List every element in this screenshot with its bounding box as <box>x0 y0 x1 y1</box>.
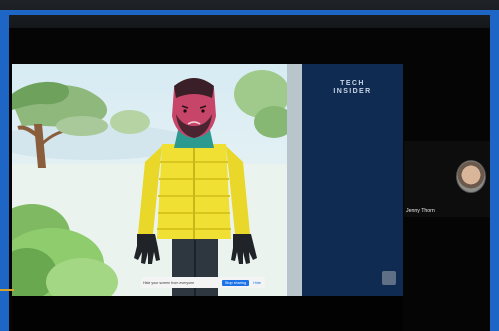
window-accent-line <box>0 289 14 291</box>
hide-button[interactable]: Hide <box>251 280 263 286</box>
screen-background: TECH INSIDER Hide your screen from every… <box>0 0 499 331</box>
stop-sharing-button[interactable]: Stop sharing <box>221 279 250 286</box>
screen-share-border-right <box>490 10 499 331</box>
video-brand-panel: TECH INSIDER <box>302 64 403 296</box>
meeting-bottom-area <box>12 296 403 331</box>
sharing-status-text: Hide your screen from everyone <box>143 280 195 285</box>
screen-sharing-bar: Hide your screen from everyone Stop shar… <box>141 277 265 288</box>
video-animation-scene <box>12 64 302 296</box>
presentation-thumbnail-icon[interactable] <box>382 271 396 285</box>
video-frame-edge <box>287 64 302 296</box>
screen-share-border-left <box>0 10 9 331</box>
screen-share-border-top <box>0 10 499 15</box>
participant-name-label: Jenny Thorn <box>406 208 435 214</box>
brand-logo-line1: TECH <box>340 80 365 87</box>
participant-avatar <box>456 160 486 193</box>
shared-video-stage: TECH INSIDER <box>12 64 403 296</box>
animated-character-illustration <box>12 70 302 296</box>
brand-logo-line2: INSIDER <box>333 88 372 95</box>
